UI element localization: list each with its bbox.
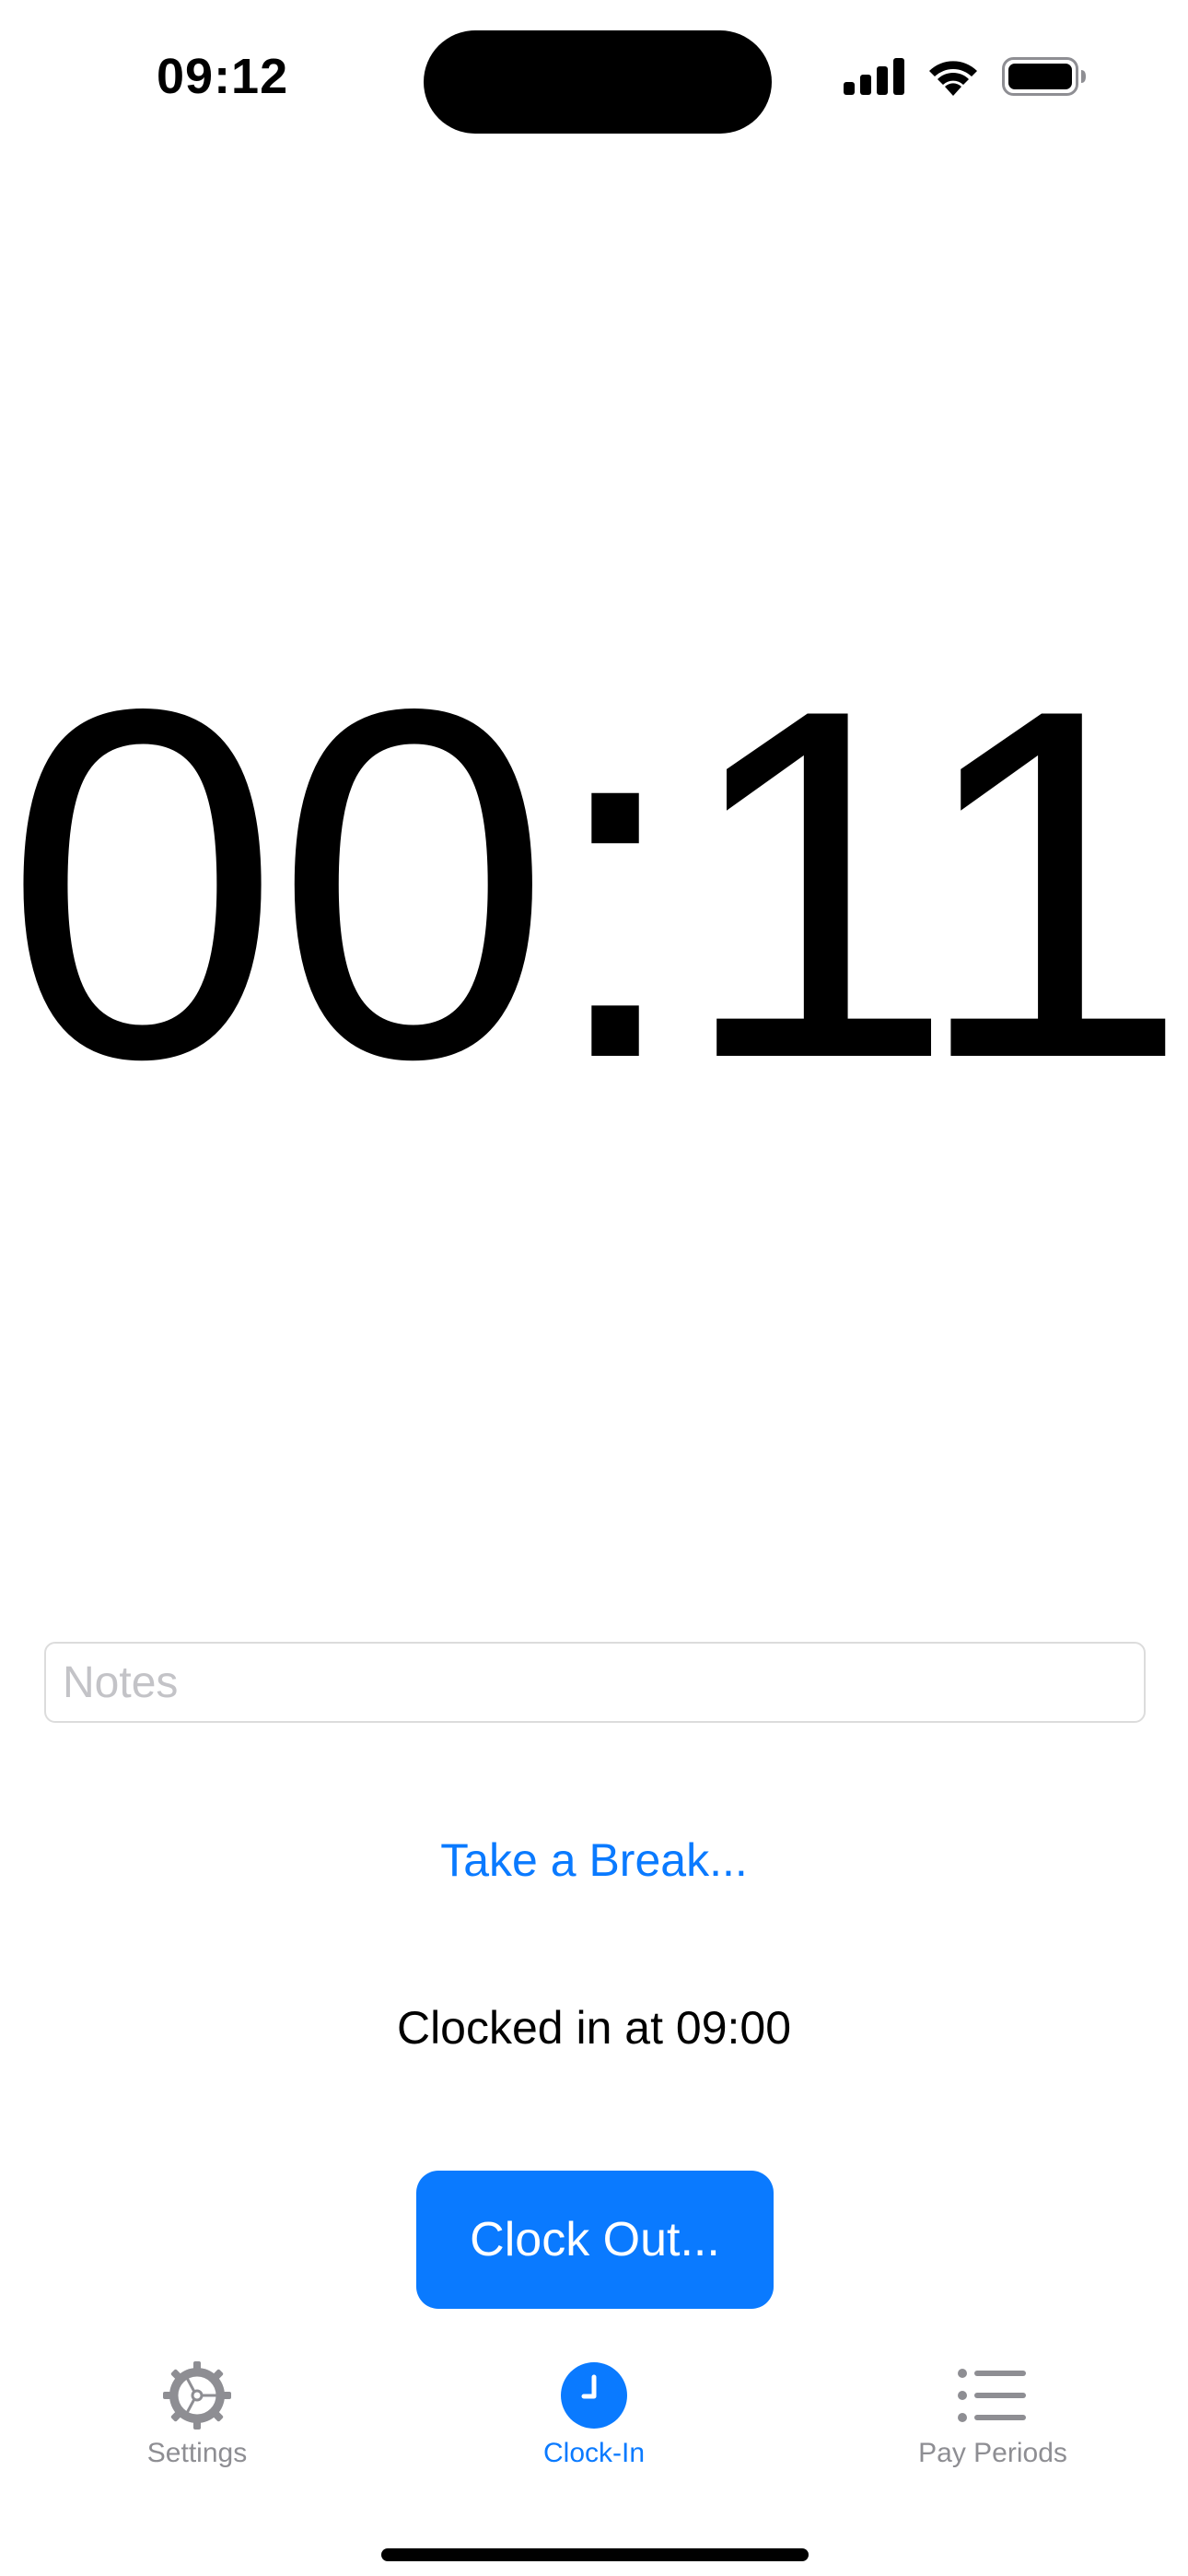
tab-settings[interactable]: Settings xyxy=(59,2359,335,2469)
tab-clock-in-label: Clock-In xyxy=(542,2438,646,2468)
dynamic-island xyxy=(424,30,772,134)
tab-clock-in[interactable]: Clock-In xyxy=(456,2359,732,2469)
tab-pay-periods[interactable]: Pay Periods xyxy=(855,2359,1131,2469)
list-icon xyxy=(956,2359,1030,2432)
tab-pay-periods-label: Pay Periods xyxy=(918,2438,1067,2468)
clocked-in-status: Clocked in at 09:00 xyxy=(396,2002,792,2054)
status-bar-time: 09:12 xyxy=(157,49,289,104)
notes-field[interactable] xyxy=(44,1642,1146,1723)
clock-out-button[interactable]: Clock Out... xyxy=(416,2171,774,2309)
battery-icon xyxy=(1002,57,1087,96)
elapsed-timer: 00:11 xyxy=(4,606,1188,1162)
wifi-icon xyxy=(926,57,980,96)
tab-settings-label: Settings xyxy=(146,2438,248,2468)
take-break-button[interactable]: Take a Break... xyxy=(0,1833,1188,1887)
tab-bar: Settings Clock-In Pay Periods xyxy=(0,2359,1188,2497)
status-icons xyxy=(844,57,1087,96)
gear-icon xyxy=(160,2359,234,2432)
cellular-signal-icon xyxy=(844,58,904,95)
home-indicator xyxy=(381,2548,809,2561)
clock-icon xyxy=(557,2359,631,2432)
